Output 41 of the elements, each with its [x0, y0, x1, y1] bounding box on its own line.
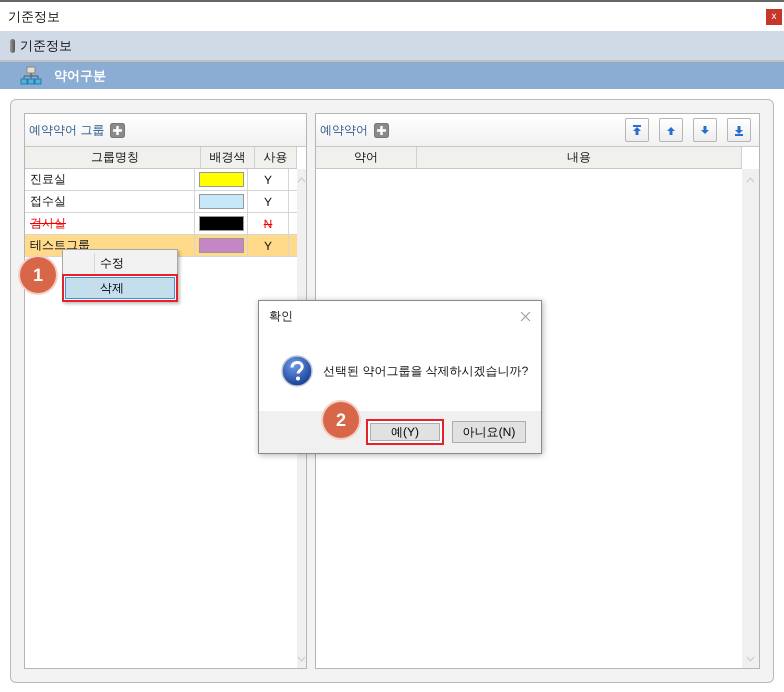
table-cell: 검사실	[25, 213, 195, 234]
step-badge: 1	[20, 257, 56, 293]
move-down-button[interactable]	[693, 118, 717, 142]
table-cell: 접수실	[25, 191, 195, 212]
move-up-button[interactable]	[659, 118, 683, 142]
table-cell: N	[248, 213, 289, 234]
dialog-button[interactable]: 아니요(N)	[452, 421, 526, 443]
close-button[interactable]: x	[766, 8, 782, 24]
dialog-message: 선택된 약어그룹을 삭제하시겠습니까?	[323, 362, 528, 380]
menu-item[interactable]: 삭제	[65, 277, 175, 299]
table-row[interactable]: 진료실 Y	[25, 169, 297, 191]
scroll-down-icon	[297, 656, 306, 662]
table-cell: Y	[248, 191, 289, 212]
breadcrumb: 기준정보	[20, 36, 72, 54]
section-title: 약어구분	[54, 66, 106, 84]
close-icon[interactable]	[520, 310, 531, 322]
table-row[interactable]: 접수실 Y	[25, 191, 297, 213]
table-cell: Y	[248, 235, 289, 256]
dialog-title: 확인	[269, 308, 293, 324]
scrollbar[interactable]	[742, 169, 759, 668]
hierarchy-icon	[20, 66, 42, 85]
step-badge: 2	[323, 402, 359, 438]
scroll-down-icon	[746, 656, 755, 662]
add-icon[interactable]	[374, 122, 389, 138]
move-bottom-button[interactable]	[727, 118, 751, 142]
question-icon	[281, 355, 313, 387]
panel-title: 예약약어	[320, 122, 368, 138]
dialog-button[interactable]: 예(Y)	[366, 419, 444, 445]
table-cell: Y	[248, 169, 289, 190]
panel-title: 예약약어 그룹	[29, 122, 104, 138]
add-icon[interactable]	[110, 122, 126, 138]
window-title: 기준정보	[8, 8, 60, 26]
arrow-up-icon	[630, 122, 644, 138]
scroll-up-icon	[746, 177, 755, 183]
breadcrumb-icon	[10, 38, 15, 52]
move-top-button[interactable]	[625, 118, 649, 142]
column-header: 약어	[316, 147, 417, 168]
scroll-up-icon	[297, 177, 306, 183]
table-cell: 진료실	[25, 169, 195, 190]
column-header: 배경색	[201, 147, 255, 168]
column-header: 그룹명칭	[25, 147, 201, 168]
